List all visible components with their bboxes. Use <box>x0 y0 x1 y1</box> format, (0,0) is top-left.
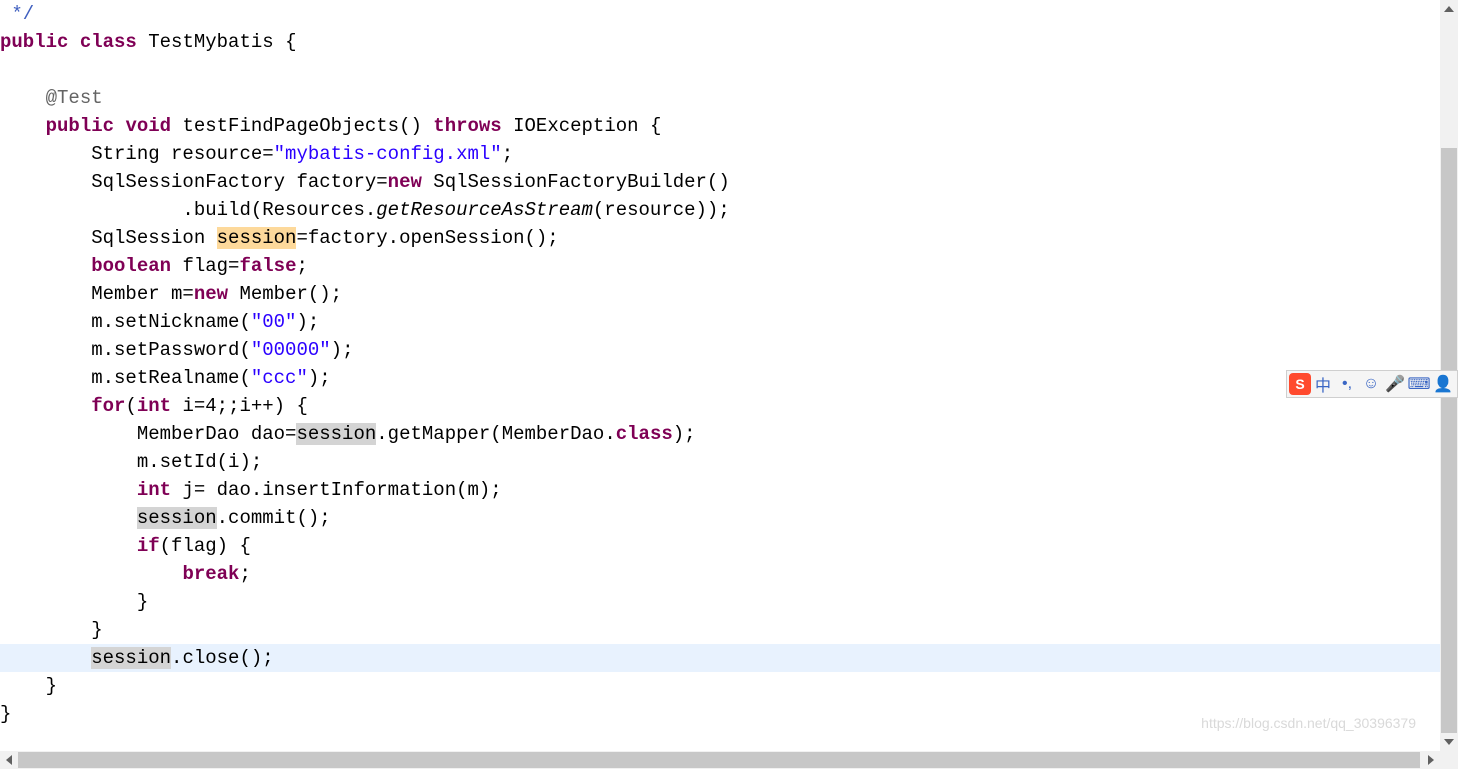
scroll-right-arrow-icon[interactable] <box>1422 751 1440 769</box>
watermark-text: https://blog.csdn.net/qq_30396379 <box>1201 715 1416 731</box>
code-line: int j= dao.insertInformation(m); <box>0 476 1440 504</box>
code-line: session.commit(); <box>0 504 1440 532</box>
code-editor[interactable]: */ public class TestMybatis { @Test publ… <box>0 0 1440 751</box>
code-line: String resource="mybatis-config.xml"; <box>0 140 1440 168</box>
code-line: SqlSessionFactory factory=new SqlSession… <box>0 168 1440 196</box>
code-line: if(flag) { <box>0 532 1440 560</box>
code-line: MemberDao dao=session.getMapper(MemberDa… <box>0 420 1440 448</box>
code-line: @Test <box>0 84 1440 112</box>
ime-lang-button[interactable]: 中 <box>1312 373 1334 395</box>
code-line: m.setRealname("ccc"); <box>0 364 1440 392</box>
code-line: public class TestMybatis { <box>0 28 1440 56</box>
horizontal-scroll-thumb[interactable] <box>18 752 1420 768</box>
scrollbar-corner <box>1440 751 1458 769</box>
horizontal-scrollbar[interactable] <box>0 751 1440 769</box>
code-line: } <box>0 588 1440 616</box>
code-line: boolean flag=false; <box>0 252 1440 280</box>
scroll-left-arrow-icon[interactable] <box>0 751 18 769</box>
code-line: for(int i=4;;i++) { <box>0 392 1440 420</box>
code-line <box>0 56 1440 84</box>
ime-keyboard-button[interactable]: ⌨ <box>1408 373 1430 395</box>
code-line: } <box>0 672 1440 700</box>
code-line: break; <box>0 560 1440 588</box>
ime-user-button[interactable]: 👤 <box>1432 373 1454 395</box>
ime-punct-button[interactable]: •, <box>1336 373 1358 395</box>
code-line: Member m=new Member(); <box>0 280 1440 308</box>
code-line: public void testFindPageObjects() throws… <box>0 112 1440 140</box>
code-line: m.setNickname("00"); <box>0 308 1440 336</box>
vertical-scroll-thumb[interactable] <box>1441 148 1457 733</box>
scroll-up-arrow-icon[interactable] <box>1440 0 1458 18</box>
scroll-down-arrow-icon[interactable] <box>1440 733 1458 751</box>
code-line: .build(Resources.getResourceAsStream(res… <box>0 196 1440 224</box>
code-line: } <box>0 616 1440 644</box>
ime-logo-icon[interactable]: S <box>1289 373 1311 395</box>
code-line: SqlSession session=factory.openSession()… <box>0 224 1440 252</box>
code-line: */ <box>0 0 1440 28</box>
code-line-current: session.close(); <box>0 644 1440 672</box>
ime-voice-button[interactable]: 🎤 <box>1384 373 1406 395</box>
ime-emoji-button[interactable]: ☺ <box>1360 373 1382 395</box>
ime-toolbar[interactable]: S 中 •, ☺ 🎤 ⌨ 👤 <box>1286 370 1458 398</box>
code-line: m.setPassword("00000"); <box>0 336 1440 364</box>
code-line: m.setId(i); <box>0 448 1440 476</box>
